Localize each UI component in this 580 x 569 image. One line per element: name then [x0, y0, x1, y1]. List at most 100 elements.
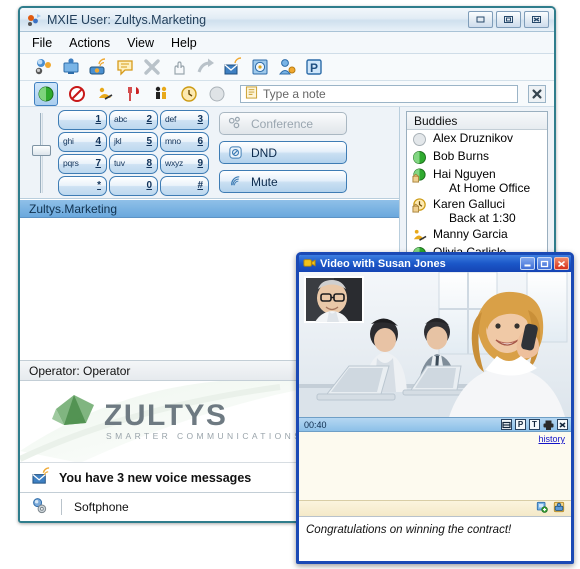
- print-icon[interactable]: [543, 419, 554, 430]
- volume-thumb[interactable]: [32, 144, 51, 156]
- call-contact-icon[interactable]: [553, 501, 565, 516]
- park-icon[interactable]: P: [515, 419, 526, 430]
- presence-lunch-icon[interactable]: [124, 85, 142, 103]
- menu-item-view[interactable]: View: [127, 36, 154, 50]
- buddy-row-alex-druznikov[interactable]: Alex Druznikov: [407, 130, 547, 148]
- video-call-window: Video with Susan Jones 00:40 P T history…: [296, 252, 574, 564]
- maximize-button[interactable]: [537, 257, 552, 270]
- hold-hand-icon[interactable]: [169, 57, 189, 77]
- menu-item-file[interactable]: File: [32, 36, 52, 50]
- menu-item-help[interactable]: Help: [171, 36, 197, 50]
- buddy-name: Karen Galluci: [433, 197, 506, 211]
- dial-key-6[interactable]: mno 6: [160, 131, 209, 152]
- buddy-text: Alex Druznikov: [433, 131, 513, 145]
- key-digit: 7: [95, 157, 101, 169]
- chat-bubble-icon[interactable]: [115, 57, 135, 77]
- contacts-icon[interactable]: [34, 57, 54, 77]
- voicemail-icon[interactable]: [223, 57, 243, 77]
- dial-key-3[interactable]: def 3: [160, 109, 209, 130]
- dial-key-0[interactable]: 0: [109, 175, 158, 196]
- mute-button[interactable]: Mute: [219, 170, 347, 193]
- history-link[interactable]: history: [538, 434, 565, 444]
- buddy-row-manny-garcia[interactable]: Manny Garcia: [407, 226, 547, 244]
- buddy-name: Hai Nguyen: [433, 167, 496, 181]
- session-header[interactable]: Zultys.Marketing: [20, 199, 399, 218]
- presence-dnd-icon[interactable]: [68, 85, 86, 103]
- presence-at-work-icon[interactable]: [96, 85, 114, 103]
- minimize-button[interactable]: [520, 257, 535, 270]
- main-window-title: MXIE User: Zultys.Marketing: [47, 12, 207, 27]
- end-call-icon[interactable]: [557, 419, 568, 430]
- presence-be-right-back-icon[interactable]: [180, 85, 198, 103]
- attach-file-icon[interactable]: [536, 501, 548, 516]
- park-icon[interactable]: P: [304, 57, 324, 77]
- softphone-gear-icon: [30, 496, 49, 518]
- minimize-button[interactable]: [468, 11, 493, 28]
- dial-key-8[interactable]: tuv 8: [109, 153, 158, 174]
- note-input[interactable]: Type a note: [240, 84, 518, 103]
- video-titlebar[interactable]: Video with Susan Jones: [299, 255, 571, 272]
- video-stream-area[interactable]: [299, 272, 571, 417]
- softphone-label: Softphone: [74, 500, 129, 514]
- buddy-text: Hai Nguyen At Home Office: [433, 167, 530, 195]
- text-chat-icon[interactable]: T: [529, 419, 540, 430]
- dial-key-star[interactable]: *: [58, 175, 107, 196]
- presence-bar: Type a note: [20, 81, 554, 107]
- key-letters: wxyz: [165, 157, 184, 168]
- buddy-row-karen-galluci[interactable]: Karen Galluci Back at 1:30: [407, 196, 547, 226]
- dnd-button[interactable]: DND: [219, 141, 347, 164]
- key-letters: abc: [114, 113, 128, 124]
- maximize-button[interactable]: [496, 11, 521, 28]
- phone-ring-icon[interactable]: [88, 57, 108, 77]
- key-digit: 9: [197, 157, 203, 169]
- presence-available-icon[interactable]: [34, 81, 58, 106]
- recording-icon[interactable]: [250, 57, 270, 77]
- dial-key-2[interactable]: abc 2: [109, 109, 158, 130]
- dial-key-4[interactable]: ghi 4: [58, 131, 107, 152]
- chat-message-area[interactable]: Congratulations on winning the contract!: [299, 516, 571, 561]
- dial-key-1[interactable]: 1: [58, 109, 107, 130]
- presence-away-icon[interactable]: [152, 85, 170, 103]
- chat-message-text: Congratulations on winning the contract!: [306, 524, 512, 536]
- transfer-arrow-icon[interactable]: [196, 57, 216, 77]
- video-window-title: Video with Susan Jones: [320, 257, 446, 270]
- dial-key-9[interactable]: wxyz 9: [160, 153, 209, 174]
- dial-key-7[interactable]: pqrs 7: [58, 153, 107, 174]
- hangup-x-icon[interactable]: [142, 57, 162, 77]
- presence-offline-icon[interactable]: [208, 85, 226, 103]
- dial-key-5[interactable]: jkl 5: [109, 131, 158, 152]
- close-button[interactable]: [524, 11, 549, 28]
- divider: [61, 499, 62, 515]
- chat-history-area[interactable]: history: [299, 432, 571, 500]
- transfer-user-icon[interactable]: [277, 57, 297, 77]
- svg-text:SMARTER COMMUNICATIONS: SMARTER COMMUNICATIONS: [106, 431, 303, 441]
- buddy-name: Alex Druznikov: [433, 131, 514, 145]
- menu-item-actions[interactable]: Actions: [69, 36, 110, 50]
- buddy-text: Bob Burns: [433, 149, 489, 163]
- video-toolbar: 00:40 P T: [299, 417, 571, 432]
- note-clear-button[interactable]: [528, 84, 546, 103]
- key-letters: tuv: [114, 157, 125, 168]
- key-digit: 2: [146, 113, 152, 125]
- dial-key-hash[interactable]: #: [160, 175, 209, 196]
- main-menubar: File Actions View Help: [20, 32, 554, 54]
- close-button[interactable]: [554, 257, 569, 270]
- voicemail-text: You have 3 new voice messages: [59, 470, 252, 485]
- buddy-note: Back at 1:30: [449, 211, 516, 225]
- conference-button[interactable]: Conference: [219, 112, 347, 135]
- presence-at-work-icon: [412, 228, 427, 243]
- conference-icon: [228, 116, 240, 129]
- chat-action-bar: [299, 500, 571, 516]
- key-digit: 5: [146, 135, 152, 147]
- key-digit: #: [197, 179, 203, 191]
- call-timer: 00:40: [304, 419, 327, 430]
- presence-be-right-back-icon: [412, 198, 427, 213]
- main-titlebar[interactable]: MXIE User: Zultys.Marketing: [20, 8, 554, 32]
- volume-slider[interactable]: [30, 111, 52, 195]
- buddy-row-bob-burns[interactable]: Bob Burns: [407, 148, 547, 166]
- buddy-row-hai-nguyen[interactable]: Hai Nguyen At Home Office: [407, 166, 547, 196]
- key-letters: mno: [165, 135, 181, 146]
- dialpad-area: 1 abc 2 def 3 ghi 4 jkl 5 mno 6 pqrs 7 t…: [20, 107, 399, 199]
- user-screen-icon[interactable]: [61, 57, 81, 77]
- screen-share-icon[interactable]: [501, 419, 512, 430]
